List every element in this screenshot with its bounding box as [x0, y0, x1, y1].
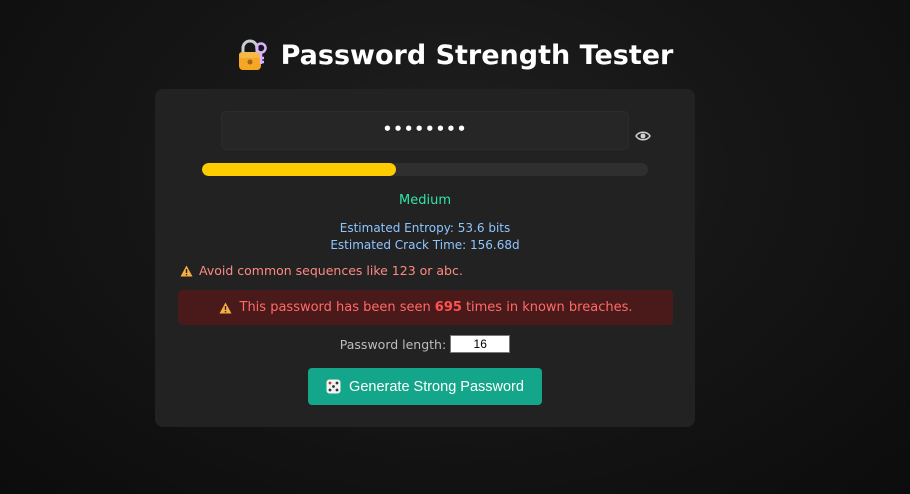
entropy-stat: Estimated Entropy: 53.6 bits — [339, 221, 511, 235]
breach-prefix: This password has been seen — [239, 300, 431, 315]
warning-icon — [219, 302, 232, 314]
generate-button-label: Generate Strong Password — [349, 378, 524, 395]
strength-meter — [202, 163, 648, 176]
breach-alert: This password has been seen 695 times in… — [178, 290, 673, 325]
breach-suffix: times in known breaches. — [465, 300, 633, 315]
page-title-text: Password Strength Tester — [280, 39, 674, 71]
strength-meter-fill — [202, 163, 396, 176]
sequence-warning: Avoid common sequences like 123 or abc. — [180, 263, 463, 278]
breach-count: 695 — [434, 300, 462, 315]
lock-with-key-icon — [237, 38, 267, 72]
crack-time-stat: Estimated Crack Time: 156.68d — [330, 238, 520, 252]
length-input[interactable] — [450, 335, 511, 353]
strength-label: Medium — [399, 193, 451, 208]
warning-icon — [180, 265, 193, 277]
eye-icon[interactable] — [635, 127, 651, 141]
password-input[interactable] — [221, 111, 629, 150]
generate-password-button[interactable]: Generate Strong Password — [308, 368, 542, 405]
length-row: Password length: — [155, 335, 695, 353]
page-title: Password Strength Tester — [0, 38, 910, 72]
warning-text: Avoid common sequences like 123 or abc. — [199, 263, 463, 278]
dice-icon — [326, 379, 341, 394]
length-label: Password length: — [339, 336, 447, 352]
